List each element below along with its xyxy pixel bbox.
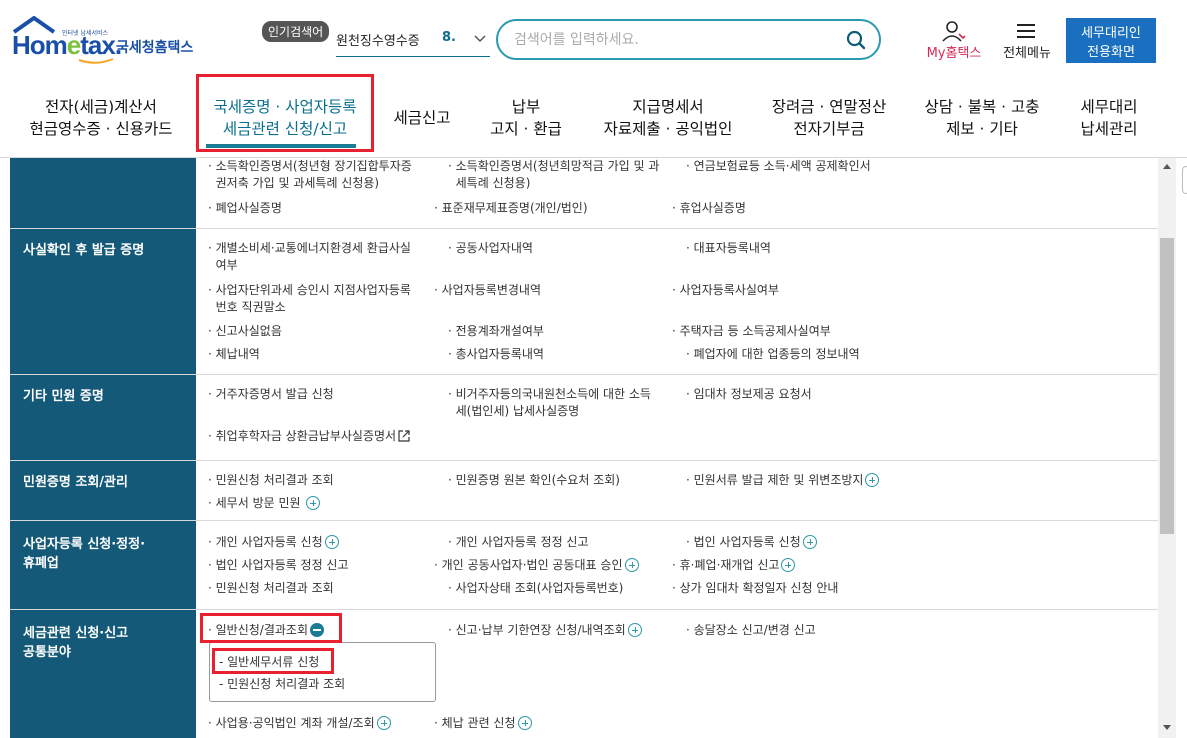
scroll-thumb[interactable]: [1160, 238, 1174, 534]
section-other-certificates: 기타 민원 증명 · 거주자증명서 발급 신청 · 비거주자등의국내원천소득에 …: [10, 375, 1158, 461]
menu-item[interactable]: · 세무서 방문 민원: [208, 495, 321, 512]
section-title: 민원증명 조회/관리: [23, 475, 128, 490]
menu-item[interactable]: · 민원신청 처리결과 조회: [208, 580, 334, 597]
logo-wordmark: Hometax.: [12, 30, 122, 60]
menu-item[interactable]: · 총사업자등록내역: [448, 346, 544, 363]
menu-item[interactable]: · 비거주자등의국내원천소득에 대한 소득 세(법인세) 납세사실증명: [448, 386, 651, 420]
menu-item[interactable]: · 송달장소 신고/변경 신고: [686, 622, 816, 639]
popular-search-badge: 인기검색어: [262, 21, 330, 42]
all-menu-label: 전체메뉴: [1003, 46, 1051, 61]
nav-tab-incentive[interactable]: 장려금 · 연말정산 전자기부금: [756, 78, 902, 158]
menu-item[interactable]: · 체납내역: [208, 346, 260, 363]
menu-item[interactable]: · 신고사실없음: [208, 323, 282, 340]
logo-korean-name: 국세청홈택스: [116, 40, 194, 56]
menu-item[interactable]: · 민원서류 발급 제한 및 위변조방지: [686, 472, 880, 489]
menu-item[interactable]: · 체납 관련 신청: [434, 715, 532, 732]
menu-item[interactable]: · 사업자등록변경내역: [434, 282, 541, 299]
highlight-box-general-application: [200, 613, 342, 643]
logo-swoosh-icon: [78, 58, 114, 64]
section-tax-application-common: 세금관련 신청·신고 공통분야 · 일반신청/결과조회 · 신고·납부 기한연장 …: [10, 610, 1158, 738]
nav-tab-consultation[interactable]: 상담 · 불복 · 고충 제보 · 기타: [912, 78, 1052, 158]
expand-plus-icon[interactable]: [624, 558, 639, 572]
menu-item[interactable]: · 신고·납부 기한연장 신청/내역조회: [448, 622, 642, 639]
my-hometax-label: My홈택스: [926, 46, 982, 61]
menu-item[interactable]: · 법인 사업자등록 정정 신고: [208, 557, 349, 574]
expand-plus-icon[interactable]: [802, 535, 817, 549]
chevron-down-icon[interactable]: [472, 30, 488, 46]
expand-plus-icon[interactable]: [627, 623, 642, 637]
menu-item[interactable]: · 개인 사업자등록 정정 신고: [448, 534, 589, 551]
menu-item[interactable]: · 주택자금 등 소득공제사실여부: [672, 323, 831, 340]
popular-search-item[interactable]: 원천징수영수증: [336, 30, 420, 49]
menu-item[interactable]: · 휴·폐업·재개업 신고: [672, 557, 796, 574]
section-title: 기타 민원 증명: [23, 389, 104, 404]
popular-search-rank: 8.: [442, 30, 456, 45]
menu-item[interactable]: · 휴업사실증명: [672, 200, 746, 217]
menu-item[interactable]: · 사업용·공익법인 계좌 개설/조회: [208, 715, 391, 732]
vertical-scrollbar[interactable]: [1158, 158, 1176, 738]
hometax-logo[interactable]: 인터넷 납세서비스 Hometax. 국세청홈택스: [12, 16, 212, 66]
expand-plus-icon[interactable]: [306, 496, 321, 510]
menu-item[interactable]: · 개별소비세·교통에너지환경세 환급사실 여부: [208, 240, 411, 274]
submenu-item-result-inquiry[interactable]: - 민원신청 처리결과 조회: [219, 675, 345, 692]
menu-item[interactable]: · 대표자등록내역: [686, 240, 771, 257]
menu-item[interactable]: · 취업후학자금 상환금납부사실증명서: [208, 428, 410, 445]
tax-agent-screen-button[interactable]: 세무대리인 전용화면: [1066, 18, 1156, 63]
expand-plus-icon[interactable]: [324, 535, 339, 549]
section-business-registration: 사업자등록 신청·정정· 휴폐업 · 개인 사업자등록 신청 · 개인 사업자등록…: [10, 521, 1158, 610]
popular-search-underline: [336, 56, 490, 57]
section-certificates-top: · 소득확인증명서(청년형 장기집합투자증 권저축 가입 및 과세특례 신청용)…: [10, 158, 1158, 229]
section-title: 사업자등록 신청·정정· 휴폐업: [23, 537, 146, 571]
hometax-page: 인터넷 납세서비스 Hometax. 국세청홈택스 인기검색어 원천징수영수증 …: [0, 0, 1187, 738]
search-box: [496, 19, 881, 60]
expand-plus-icon[interactable]: [781, 558, 796, 572]
menu-item[interactable]: · 폐업사실증명: [208, 200, 282, 217]
header: 인터넷 납세서비스 Hometax. 국세청홈택스 인기검색어 원천징수영수증 …: [0, 0, 1187, 78]
menu-item[interactable]: · 표준재무제표증명(개인/법인): [434, 200, 588, 217]
menu-item[interactable]: · 민원신청 처리결과 조회: [208, 472, 334, 489]
nav-tab-tax-agent[interactable]: 세무대리 납세관리: [1062, 78, 1156, 158]
menu-item[interactable]: · 전용계좌개설여부: [448, 323, 544, 340]
submenu-panel: · 소득확인증명서(청년형 장기집합투자증 권저축 가입 및 과세특례 신청용)…: [0, 158, 1176, 738]
menu-item[interactable]: · 공동사업자내역: [448, 240, 533, 257]
menu-item[interactable]: · 소득확인증명서(청년희망적금 가입 및 과 세특례 신청용): [448, 158, 659, 192]
highlight-box-nav: [196, 74, 374, 152]
highlight-box-general-tax-document: [212, 648, 334, 674]
menu-item[interactable]: · 민원증명 원본 확인(수요처 조회): [448, 472, 620, 489]
menu-item[interactable]: · 개인 공동사업자·법인 공동대표 승인: [434, 557, 639, 574]
expand-plus-icon[interactable]: [865, 473, 880, 487]
side-panel-tab[interactable]: [1182, 166, 1187, 194]
menu-item[interactable]: · 사업자등록사실여부: [672, 282, 779, 299]
section-title: 사실확인 후 발급 증명: [23, 243, 145, 258]
section-civil-cert-management: 민원증명 조회/관리 · 민원신청 처리결과 조회 · 민원증명 원본 확인(수…: [10, 461, 1158, 521]
search-input[interactable]: [514, 30, 834, 50]
menu-item[interactable]: · 사업자단위과세 승인시 지점사업자등록 번호 직권말소: [208, 282, 411, 316]
nav-tab-payment-statement[interactable]: 지급명세서 자료제출 · 공익법인: [590, 78, 746, 158]
search-icon[interactable]: [846, 30, 866, 50]
all-menu-button[interactable]: 전체메뉴: [996, 20, 1058, 64]
menu-item[interactable]: · 거주자증명서 발급 신청: [208, 386, 334, 403]
scroll-down-arrow-icon[interactable]: [1162, 724, 1172, 732]
hamburger-menu-icon: [1017, 24, 1035, 38]
expand-plus-icon[interactable]: [376, 716, 391, 730]
expand-plus-icon[interactable]: [517, 716, 532, 730]
main-nav: 전자(세금)계산서 현금영수증 · 신용카드 국세증명 · 사업자등록 세금관련 신…: [0, 78, 1187, 158]
nav-tab-e-invoice[interactable]: 전자(세금)계산서 현금영수증 · 신용카드: [16, 78, 186, 158]
section-title: 세금관련 신청·신고 공통분야: [23, 626, 129, 660]
my-hometax-button[interactable]: My홈택스: [922, 20, 986, 64]
menu-item[interactable]: · 법인 사업자등록 신청: [686, 534, 817, 551]
menu-item[interactable]: · 상가 임대차 확정일자 신청 안내: [672, 580, 838, 597]
scroll-up-arrow-icon[interactable]: [1162, 162, 1172, 170]
menu-item[interactable]: · 폐업자에 대한 업종등의 정보내역: [686, 346, 860, 363]
nav-tab-tax-filing[interactable]: 세금신고: [382, 78, 462, 158]
menu-item[interactable]: · 임대차 정보제공 요청서: [686, 386, 812, 403]
menu-item[interactable]: · 개인 사업자등록 신청: [208, 534, 339, 551]
nav-tab-payment[interactable]: 납부 고지 · 환급: [476, 78, 576, 158]
external-link-icon: [398, 430, 410, 442]
menu-item[interactable]: · 소득확인증명서(청년형 장기집합투자증 권저축 가입 및 과세특례 신청용): [208, 158, 412, 192]
section-fact-check-certificates: 사실확인 후 발급 증명 · 개별소비세·교통에너지환경세 환급사실 여부 · …: [10, 229, 1158, 375]
menu-item[interactable]: · 연금보험료등 소득·세액 공제확인서: [686, 158, 871, 175]
user-icon: [942, 21, 966, 42]
menu-item[interactable]: · 사업자상태 조회(사업자등록번호): [448, 580, 623, 597]
